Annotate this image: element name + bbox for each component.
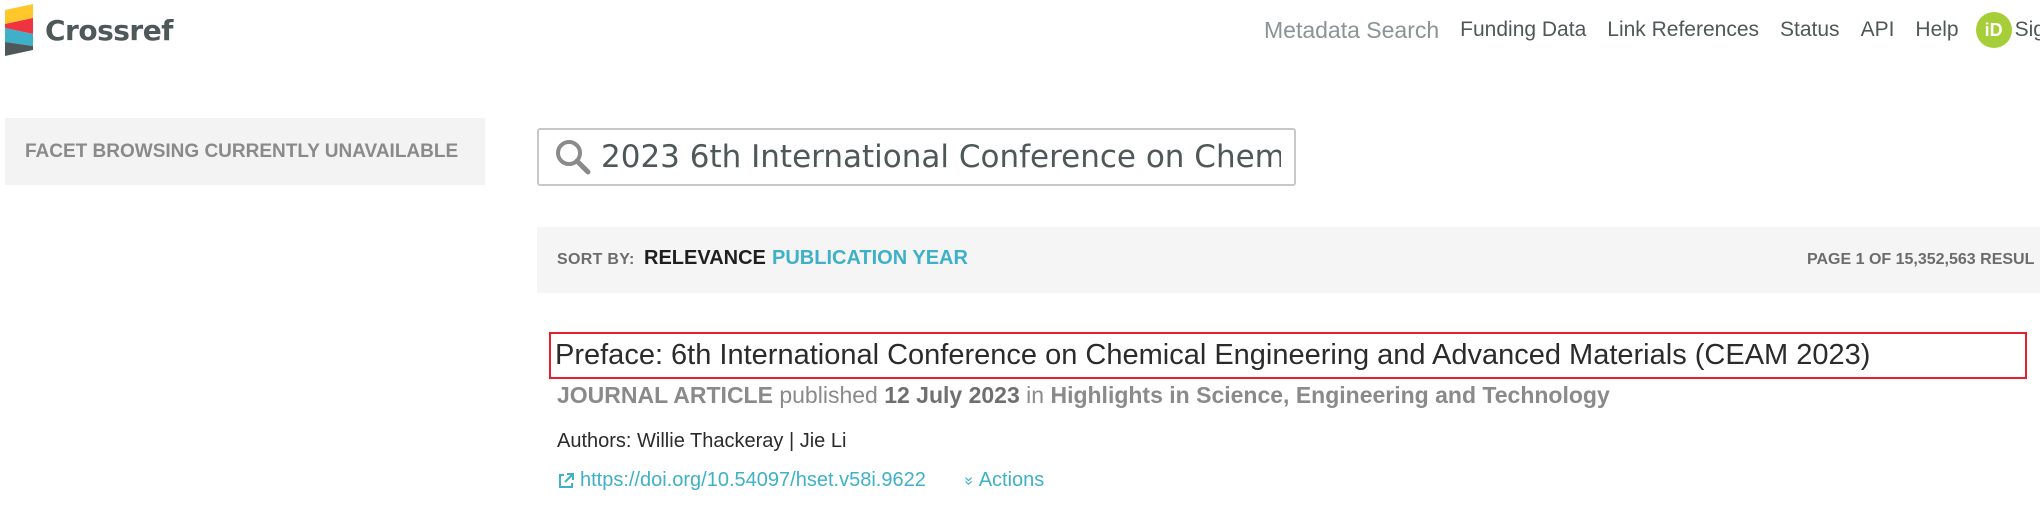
orcid-icon: iD xyxy=(1975,12,2012,48)
sort-by-label: SORT BY: xyxy=(557,251,635,268)
in-word: in xyxy=(1026,382,1045,408)
doi-text: https://doi.org/10.54097/hset.v58i.9622 xyxy=(580,469,926,491)
main-nav: Metadata Search Funding Data Link Refere… xyxy=(1264,12,2040,48)
search-input[interactable] xyxy=(601,139,1281,175)
facet-notice-text: FACET BROWSING CURRENTLY UNAVAILABLE xyxy=(25,140,459,162)
result-authors: Authors: Willie Thackeray | Jie Li xyxy=(557,430,846,453)
nav-api[interactable]: API xyxy=(1861,18,1895,42)
nav-funding-data[interactable]: Funding Data xyxy=(1460,18,1586,42)
published-word: published xyxy=(779,382,878,408)
result-date: 12 July 2023 xyxy=(884,382,1020,408)
sort-relevance[interactable]: RELEVANCE xyxy=(644,247,766,270)
sort-publication-year[interactable]: PUBLICATION YEAR xyxy=(772,247,968,270)
nav-metadata-search[interactable]: Metadata Search xyxy=(1264,17,1439,44)
result-title[interactable]: Preface: 6th International Conference on… xyxy=(549,332,2027,379)
crossref-logo-icon xyxy=(5,4,33,56)
top-header: Crossref Metadata Search Funding Data Li… xyxy=(0,0,2040,70)
nav-link-references[interactable]: Link References xyxy=(1607,18,1759,42)
doi-link[interactable]: https://doi.org/10.54097/hset.v58i.9622 xyxy=(557,469,926,492)
double-chevron-down-icon: » xyxy=(960,476,978,485)
authors-label: Authors: xyxy=(557,430,632,452)
actions-label: Actions xyxy=(978,469,1045,491)
facet-unavailable-notice: FACET BROWSING CURRENTLY UNAVAILABLE xyxy=(5,118,485,185)
orcid-sign-in[interactable]: iD Sig xyxy=(1975,12,2040,48)
nav-help[interactable]: Help xyxy=(1915,18,1958,42)
result-type: JOURNAL ARTICLE xyxy=(557,382,773,408)
authors-names: Willie Thackeray | Jie Li xyxy=(637,430,847,452)
external-link-icon xyxy=(559,472,574,488)
page-info: PAGE 1 OF 15,352,563 RESUL xyxy=(1807,251,2035,268)
crossref-logo[interactable]: Crossref xyxy=(5,4,173,56)
search-box[interactable] xyxy=(537,128,1296,186)
result-journal[interactable]: Highlights in Science, Engineering and T… xyxy=(1050,382,1609,408)
result-meta: JOURNAL ARTICLE published 12 July 2023 i… xyxy=(557,382,1610,409)
actions-toggle[interactable]: » Actions xyxy=(960,469,1045,492)
logo-text: Crossref xyxy=(45,13,173,47)
nav-status[interactable]: Status xyxy=(1780,18,1840,42)
orcid-sign-in-label: Sig xyxy=(2014,18,2040,41)
search-icon xyxy=(556,140,591,175)
sort-bar: SORT BY: RELEVANCE PUBLICATION YEAR PAGE… xyxy=(537,227,2040,293)
result-links: https://doi.org/10.54097/hset.v58i.9622 … xyxy=(557,469,1044,492)
